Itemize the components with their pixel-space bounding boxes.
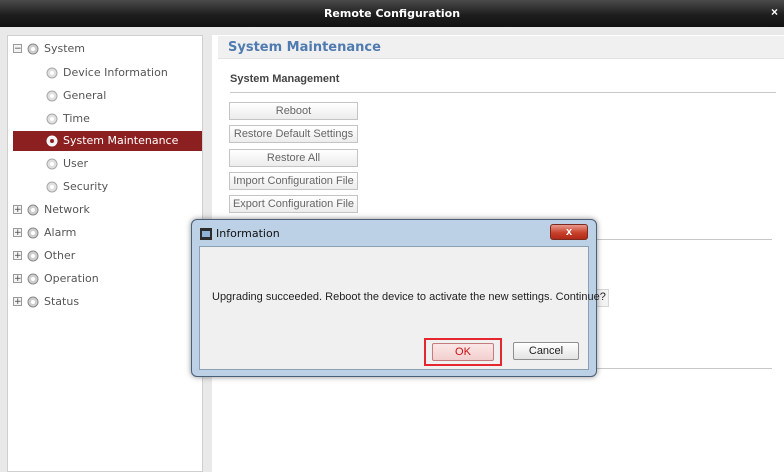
sidebar-item-label: Device Information	[63, 66, 168, 79]
sidebar-item-label: Alarm	[44, 226, 77, 239]
app-icon	[200, 228, 212, 240]
dialog-close-icon[interactable]: x	[550, 224, 588, 240]
divider	[596, 239, 772, 240]
sidebar-item-other[interactable]: + Other	[8, 246, 204, 266]
sidebar-item-operation[interactable]: + Operation	[8, 269, 204, 289]
divider	[596, 368, 772, 369]
window-titlebar: Remote Configuration ×	[0, 0, 784, 27]
sidebar-item-time[interactable]: Time	[8, 109, 204, 129]
sidebar-tree: − System Device Information General Time…	[7, 35, 203, 472]
gear-icon	[46, 158, 58, 170]
sidebar-item-label: System Maintenance	[63, 134, 179, 147]
sidebar-item-label: Status	[44, 295, 80, 308]
sidebar-item-user[interactable]: User	[8, 154, 204, 174]
reboot-button[interactable]: Reboot	[229, 102, 358, 120]
gear-icon	[27, 250, 39, 262]
gear-icon	[46, 90, 58, 102]
gear-icon	[27, 296, 39, 308]
sidebar-item-system[interactable]: − System	[8, 39, 204, 59]
gear-icon	[46, 181, 58, 193]
ok-highlight: OK	[424, 338, 502, 366]
sidebar-item-security[interactable]: Security	[8, 177, 204, 197]
sidebar-item-label: User	[63, 157, 89, 170]
section-header: System Maintenance	[218, 36, 784, 59]
sidebar-item-label: Other	[44, 249, 76, 262]
import-configuration-file-button[interactable]: Import Configuration File	[229, 172, 358, 190]
gear-icon	[27, 227, 39, 239]
sidebar-item-label: Security	[63, 180, 109, 193]
sidebar-item-system-maintenance[interactable]: System Maintenance	[13, 131, 202, 151]
gear-icon	[46, 67, 58, 79]
dialog-title: Information	[216, 227, 280, 240]
expand-icon[interactable]: +	[13, 274, 22, 284]
window-title: Remote Configuration	[323, 7, 461, 20]
window-close-icon[interactable]: ×	[771, 5, 778, 19]
sidebar-item-label: System	[44, 42, 86, 55]
gear-icon	[27, 273, 39, 285]
restore-all-button[interactable]: Restore All	[229, 149, 358, 167]
expand-icon[interactable]: +	[13, 297, 22, 307]
sidebar-item-label: General	[63, 89, 107, 102]
sidebar-item-network[interactable]: + Network	[8, 200, 204, 220]
restore-default-settings-button[interactable]: Restore Default Settings	[229, 125, 358, 143]
sidebar-item-label: Operation	[44, 272, 99, 285]
sidebar-item-status[interactable]: + Status	[8, 292, 204, 312]
expand-icon[interactable]: +	[13, 228, 22, 238]
divider	[230, 92, 776, 93]
collapse-icon[interactable]: −	[13, 44, 22, 54]
gear-icon	[46, 113, 58, 125]
gear-icon	[27, 204, 39, 216]
ok-button[interactable]: OK	[432, 343, 494, 361]
export-configuration-file-button[interactable]: Export Configuration File	[229, 195, 358, 213]
section-title: System Maintenance	[228, 40, 381, 55]
dialog-message: Upgrading succeeded. Reboot the device t…	[212, 291, 606, 303]
cancel-button[interactable]: Cancel	[513, 342, 579, 360]
gear-icon	[46, 135, 58, 147]
sidebar-item-label: Network	[44, 203, 90, 216]
dialog-body: Upgrading succeeded. Reboot the device t…	[199, 246, 606, 370]
expand-icon[interactable]: +	[13, 205, 22, 215]
sidebar-item-label: Time	[63, 112, 90, 125]
gear-icon	[27, 43, 39, 55]
system-management-title: System Management	[230, 73, 340, 85]
sidebar-item-alarm[interactable]: + Alarm	[8, 223, 204, 243]
sidebar-item-device-information[interactable]: Device Information	[8, 63, 204, 83]
information-dialog: Information x Upgrading succeeded. Reboo…	[191, 219, 606, 377]
expand-icon[interactable]: +	[13, 251, 22, 261]
sidebar-item-general[interactable]: General	[8, 86, 204, 106]
